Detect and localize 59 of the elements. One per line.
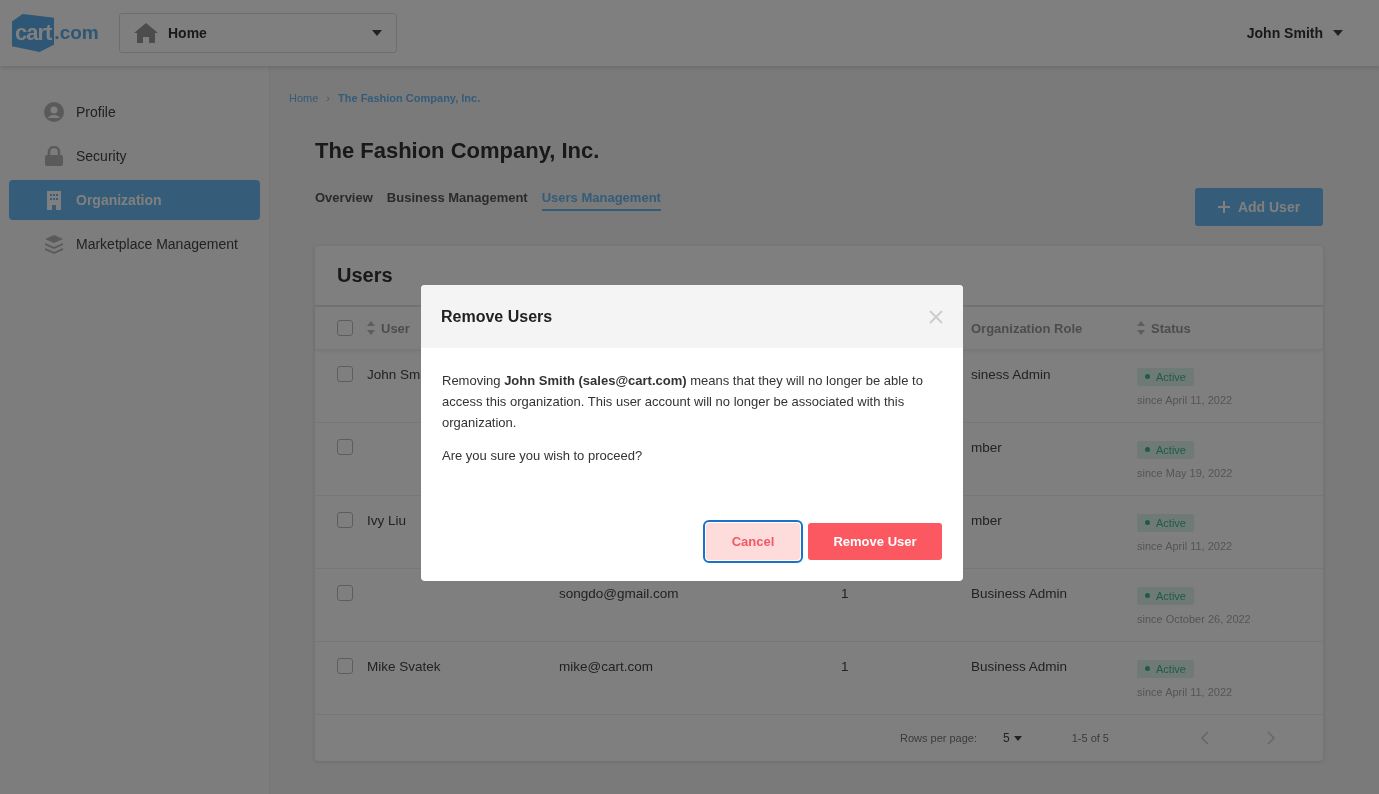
table-cell: mike@cart.com — [559, 659, 653, 674]
rows-per-page-select[interactable]: 5 — [1003, 731, 1022, 745]
status-badge: Active — [1137, 586, 1194, 605]
table-cell: songdo@gmail.com — [559, 586, 679, 601]
remove-user-button[interactable]: Remove User — [808, 523, 942, 560]
table-cell: mber — [971, 440, 1002, 455]
sort-icon[interactable] — [1137, 321, 1145, 335]
user-menu[interactable]: John Smith — [1246, 25, 1323, 41]
security-icon — [44, 146, 64, 166]
table-cell: 1 — [841, 586, 849, 601]
checkbox[interactable] — [337, 512, 353, 528]
rows-per-page-label: Rows per page: — [899, 732, 977, 744]
table-cell: Business Admin — [971, 586, 1068, 601]
breadcrumb-link[interactable]: The Fashion Company, Inc. — [338, 92, 481, 104]
tab[interactable]: Users Management — [541, 190, 661, 211]
dialog-title: Remove Users — [441, 307, 553, 326]
sidebar-item[interactable]: Organization — [9, 180, 260, 220]
caret-icon[interactable] — [1333, 30, 1343, 36]
checkbox[interactable] — [337, 320, 353, 336]
table-cell: Ivy Liu — [367, 513, 407, 528]
table-cell: siness Admin — [971, 367, 1051, 382]
sidebar-item[interactable]: Security — [9, 136, 260, 176]
page-title: The Fashion Company, Inc. — [315, 138, 601, 164]
table-cell: 1 — [841, 659, 849, 674]
logo-text[interactable]: .com — [54, 22, 99, 44]
logo-mark[interactable]: cart — [12, 14, 55, 52]
plus-icon — [1217, 201, 1230, 213]
status-badge: Active — [1137, 513, 1194, 532]
dialog-question: Are you sure you wish to proceed? — [442, 447, 644, 465]
status-badge: Active — [1137, 367, 1194, 386]
checkbox[interactable] — [337, 658, 353, 674]
table-cell: John Sm — [367, 367, 421, 382]
close-icon[interactable] — [929, 309, 943, 324]
table-cell: Mike Svatek — [367, 659, 441, 674]
caret-icon[interactable] — [1013, 735, 1022, 741]
home-icon — [134, 23, 158, 43]
table-cell: Business Admin — [971, 659, 1068, 674]
breadcrumb-separator: › — [326, 92, 330, 104]
workspace-select[interactable]: Home — [119, 13, 397, 53]
checkbox[interactable] — [337, 366, 353, 382]
caret-icon — [372, 30, 382, 36]
tab[interactable]: Overview — [315, 190, 373, 211]
sidebar-item[interactable]: Marketplace Management — [9, 224, 260, 264]
cancel-button[interactable]: Cancel — [706, 523, 800, 560]
breadcrumb-link[interactable]: Home — [289, 92, 319, 104]
tab[interactable]: Business Management — [386, 190, 528, 211]
dialog-message: Removing John Smith (sales@cart.com) means that they will no longer be able to access this organization. This user account will no longer be associated with this organization. — [442, 372, 924, 432]
marketplace-icon — [44, 234, 64, 254]
sort-icon[interactable] — [367, 321, 375, 335]
profile-icon — [44, 102, 64, 122]
status-badge: Active — [1137, 659, 1194, 678]
add-user-button[interactable]: Add User — [1195, 188, 1323, 226]
organization-icon — [44, 190, 64, 210]
table-cell: mber — [971, 513, 1002, 528]
page-range: 1-5 of 5 — [1071, 732, 1109, 744]
sidebar-item[interactable]: Profile — [9, 92, 260, 132]
checkbox[interactable] — [337, 585, 353, 601]
status-badge: Active — [1137, 440, 1194, 459]
checkbox[interactable] — [337, 439, 353, 455]
